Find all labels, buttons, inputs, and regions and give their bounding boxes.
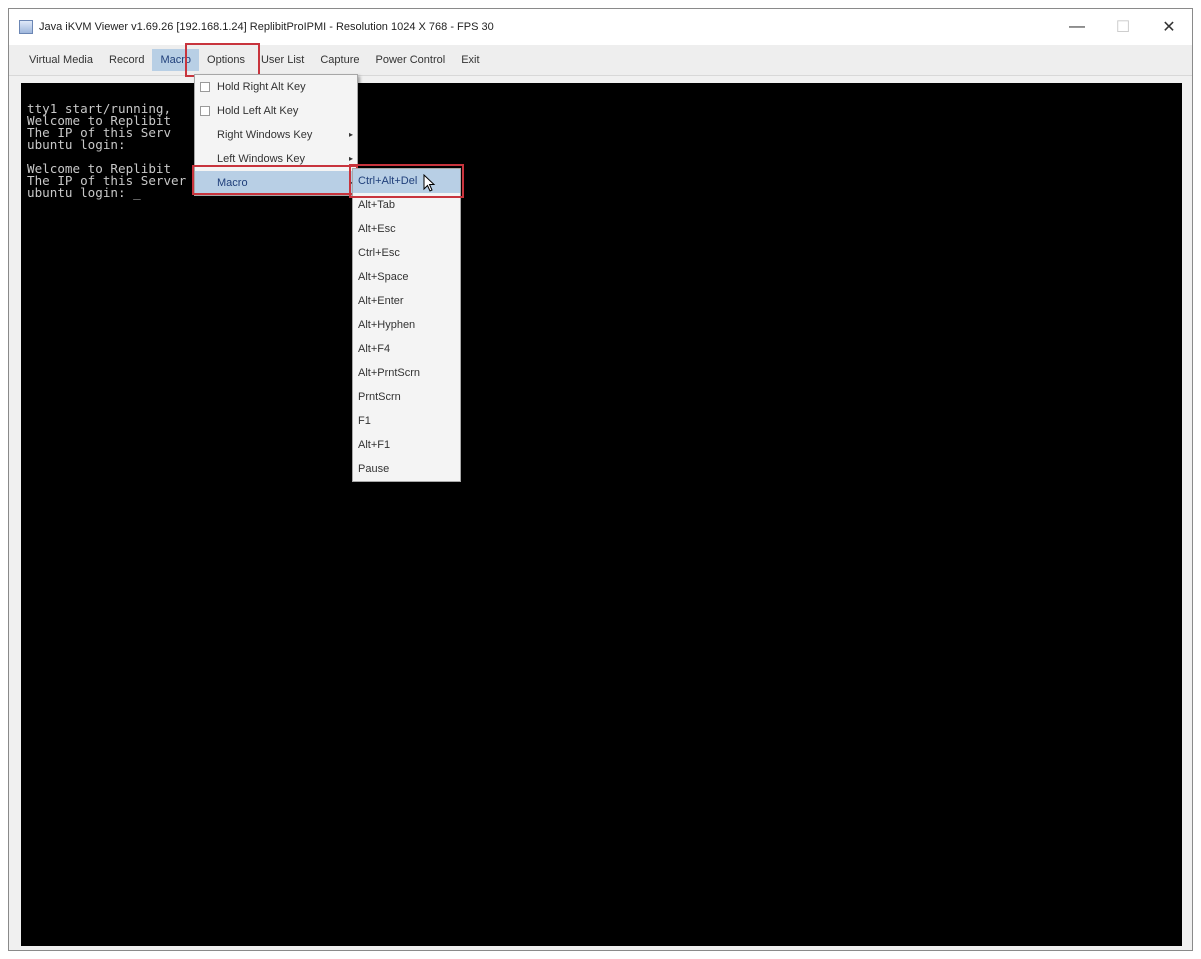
macro-ctrl-alt-del[interactable]: Ctrl+Alt+Del (353, 169, 460, 193)
menu-item-label: Right Windows Key (217, 129, 313, 141)
checkbox-icon (200, 82, 210, 92)
hold-left-alt-key-item[interactable]: Hold Left Alt Key (195, 99, 357, 123)
macro-alt-tab[interactable]: Alt+Tab (353, 193, 460, 217)
java-icon (19, 20, 33, 34)
minimize-button[interactable]: — (1054, 9, 1100, 45)
macro-alt-f4[interactable]: Alt+F4 (353, 337, 460, 361)
right-windows-key-item[interactable]: Right Windows Key ▸ (195, 123, 357, 147)
macro-f1[interactable]: F1 (353, 409, 460, 433)
menu-item-label: Hold Left Alt Key (217, 105, 299, 117)
menu-item-label: Macro (217, 177, 248, 189)
menu-item-label: Hold Right Alt Key (217, 81, 306, 93)
menu-macro[interactable]: Macro (152, 49, 200, 71)
remote-console-screen[interactable]: tty1 start/running, Welcome to Replibit … (21, 83, 1182, 946)
macro-ctrl-esc[interactable]: Ctrl+Esc (353, 241, 460, 265)
macro-alt-space[interactable]: Alt+Space (353, 265, 460, 289)
menu-item-label: Left Windows Key (217, 153, 306, 165)
menu-virtual-media[interactable]: Virtual Media (21, 49, 101, 71)
hold-right-alt-key-item[interactable]: Hold Right Alt Key (195, 75, 357, 99)
menu-user-list[interactable]: User List (253, 49, 312, 71)
maximize-button[interactable]: ☐ (1100, 9, 1146, 45)
macro-alt-esc[interactable]: Alt+Esc (353, 217, 460, 241)
menu-power-control[interactable]: Power Control (368, 49, 454, 71)
menu-record[interactable]: Record (101, 49, 152, 71)
macro-alt-prntscrn[interactable]: Alt+PrntScrn (353, 361, 460, 385)
macro-submenu: Ctrl+Alt+Del Alt+Tab Alt+Esc Ctrl+Esc Al… (352, 168, 461, 482)
menu-exit[interactable]: Exit (453, 49, 487, 71)
macro-dropdown-menu: Hold Right Alt Key Hold Left Alt Key Rig… (194, 74, 358, 196)
window-controls: — ☐ ✕ (1054, 9, 1192, 45)
kvm-viewer-window: Java iKVM Viewer v1.69.26 [192.168.1.24]… (8, 8, 1193, 951)
console-line: ubuntu login: (27, 137, 126, 152)
submenu-arrow-icon: ▸ (348, 130, 353, 139)
menu-capture[interactable]: Capture (312, 49, 367, 71)
menu-options[interactable]: Options (199, 49, 253, 71)
title-bar[interactable]: Java iKVM Viewer v1.69.26 [192.168.1.24]… (9, 9, 1192, 45)
macro-prntscrn[interactable]: PrntScrn (353, 385, 460, 409)
close-button[interactable]: ✕ (1146, 9, 1192, 45)
menu-bar: Virtual Media Record Macro Options User … (9, 45, 1192, 76)
checkbox-icon (200, 106, 210, 116)
console-line: ubuntu login: _ (27, 185, 141, 200)
mouse-pointer-icon (423, 174, 436, 192)
macro-alt-hyphen[interactable]: Alt+Hyphen (353, 313, 460, 337)
macro-pause[interactable]: Pause (353, 457, 460, 481)
macro-alt-f1[interactable]: Alt+F1 (353, 433, 460, 457)
macro-alt-enter[interactable]: Alt+Enter (353, 289, 460, 313)
left-windows-key-item[interactable]: Left Windows Key ▸ (195, 147, 357, 171)
window-title: Java iKVM Viewer v1.69.26 [192.168.1.24]… (39, 21, 494, 33)
macro-submenu-item[interactable]: Macro ▸ (195, 171, 357, 195)
